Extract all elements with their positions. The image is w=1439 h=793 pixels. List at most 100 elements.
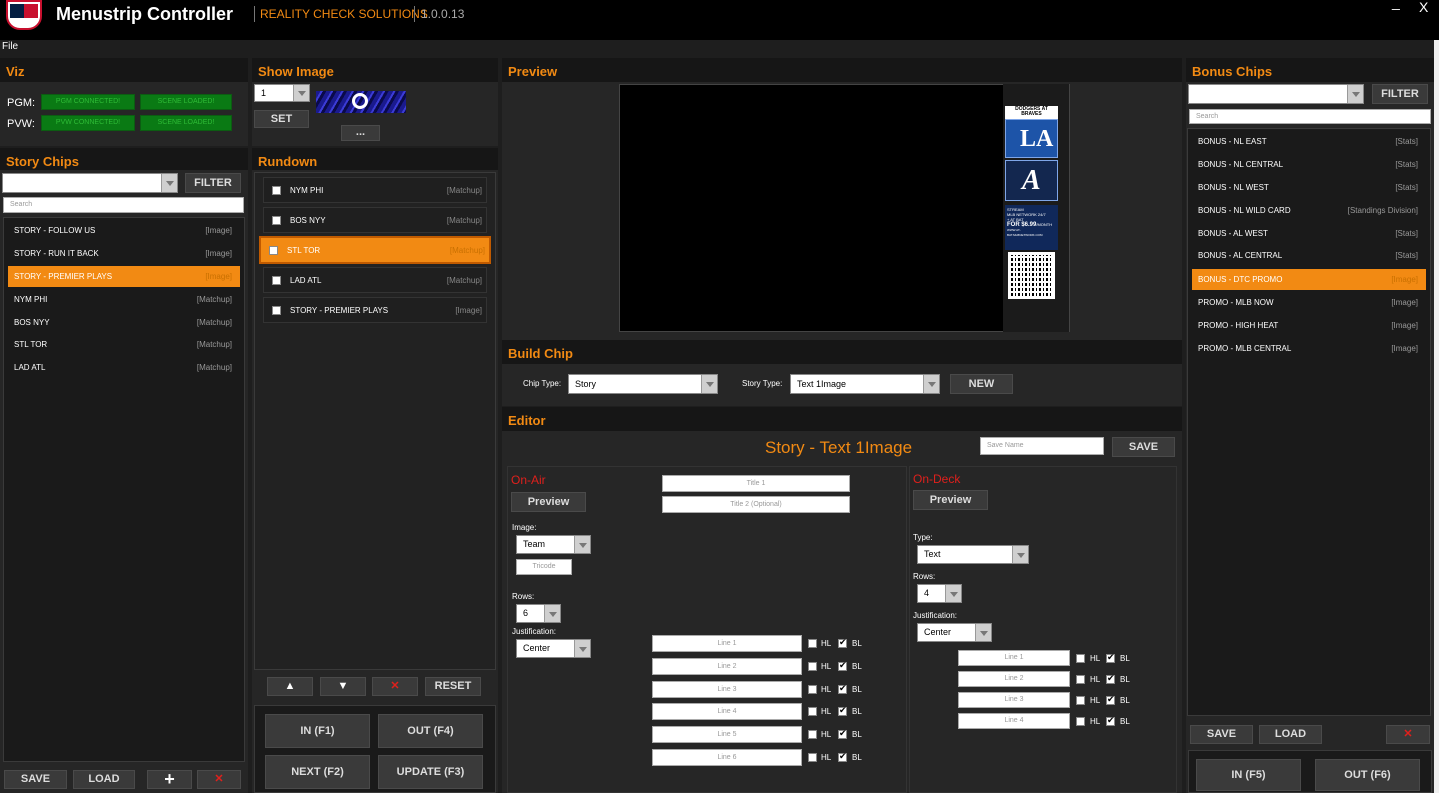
ondeck-justification-select[interactable]: Center: [917, 623, 992, 642]
story-filter-button[interactable]: FILTER: [185, 173, 241, 193]
in-f1-button[interactable]: IN (F1): [265, 714, 370, 748]
rundown-checkbox[interactable]: [272, 216, 281, 225]
new-chip-button[interactable]: NEW: [950, 374, 1013, 394]
story-load-button[interactable]: LOAD: [73, 770, 135, 789]
line-3-input[interactable]: Line 3: [652, 681, 802, 698]
tricode-input[interactable]: Tricode: [516, 559, 572, 575]
ondeck-preview-button[interactable]: Preview: [913, 490, 988, 510]
list-item[interactable]: PROMO - MLB NOW [Image]: [1192, 292, 1426, 313]
hl-checkbox[interactable]: [808, 639, 817, 648]
list-item-selected[interactable]: STORY - PREMIER PLAYS [Image]: [8, 266, 240, 287]
out-f4-button[interactable]: OUT (F4): [378, 714, 483, 748]
story-add-button[interactable]: +: [147, 770, 192, 789]
show-image-select[interactable]: 1: [254, 84, 310, 102]
ondeck-line-2-input[interactable]: Line 2: [958, 671, 1070, 687]
list-item[interactable]: NYM PHI [Matchup]: [8, 289, 240, 310]
next-f2-button[interactable]: NEXT (F2): [265, 755, 370, 789]
minimize-button[interactable]: _: [1392, 0, 1400, 10]
rundown-delete-button[interactable]: ✕: [372, 677, 418, 696]
bonus-load-button[interactable]: LOAD: [1259, 725, 1322, 744]
ondeck-bl-checkbox[interactable]: [1106, 715, 1115, 726]
story-search-input[interactable]: Search: [3, 197, 244, 213]
ondeck-bl-checkbox[interactable]: [1106, 652, 1115, 663]
bl-checkbox[interactable]: [838, 705, 847, 716]
ondeck-rows-select[interactable]: 4: [917, 584, 962, 603]
out-f6-button[interactable]: OUT (F6): [1315, 759, 1420, 791]
story-delete-button[interactable]: ✕: [197, 770, 241, 789]
list-item[interactable]: STL TOR [Matchup]: [8, 334, 240, 355]
list-item[interactable]: PROMO - HIGH HEAT [Image]: [1192, 315, 1426, 336]
title-1-input[interactable]: Title 1: [662, 475, 850, 492]
story-filter-select[interactable]: [2, 173, 178, 193]
line-6-input[interactable]: Line 6: [652, 749, 802, 766]
bl-checkbox[interactable]: [838, 637, 847, 648]
list-item[interactable]: BONUS - AL WEST [Stats]: [1192, 223, 1426, 244]
hl-checkbox[interactable]: [808, 753, 817, 762]
editor-save-button[interactable]: SAVE: [1112, 437, 1175, 457]
bonus-search-input[interactable]: Search: [1189, 109, 1431, 124]
rundown-row[interactable]: STORY - PREMIER PLAYS [Image]: [263, 297, 487, 323]
show-image-set-button[interactable]: SET: [254, 110, 309, 128]
chip-type-select[interactable]: Story: [568, 374, 718, 394]
ondeck-line-3-input[interactable]: Line 3: [958, 692, 1070, 708]
hl-checkbox[interactable]: [808, 685, 817, 694]
menu-file[interactable]: File: [2, 41, 18, 52]
rundown-row[interactable]: NYM PHI [Matchup]: [263, 177, 487, 203]
ondeck-line-4-input[interactable]: Line 4: [958, 713, 1070, 729]
list-item[interactable]: PROMO - MLB CENTRAL [Image]: [1192, 338, 1426, 359]
line-5-input[interactable]: Line 5: [652, 726, 802, 743]
show-image-browse-button[interactable]: ...: [341, 125, 380, 141]
bonus-filter-button[interactable]: FILTER: [1372, 84, 1428, 104]
rundown-row[interactable]: LAD ATL [Matchup]: [263, 267, 487, 293]
list-item[interactable]: BONUS - AL CENTRAL [Stats]: [1192, 245, 1426, 266]
hl-checkbox[interactable]: [808, 707, 817, 716]
rundown-checkbox[interactable]: [272, 276, 281, 285]
line-1-input[interactable]: Line 1: [652, 635, 802, 652]
bonus-save-button[interactable]: SAVE: [1190, 725, 1253, 744]
ondeck-bl-checkbox[interactable]: [1106, 694, 1115, 705]
rundown-row[interactable]: BOS NYY [Matchup]: [263, 207, 487, 233]
justification-select[interactable]: Center: [516, 639, 591, 658]
list-item[interactable]: BONUS - NL WEST [Stats]: [1192, 177, 1426, 198]
rundown-checkbox[interactable]: [272, 306, 281, 315]
in-f5-button[interactable]: IN (F5): [1196, 759, 1301, 791]
move-up-button[interactable]: ▲: [267, 677, 313, 696]
hl-checkbox[interactable]: [808, 662, 817, 671]
list-item[interactable]: STORY - FOLLOW US [Image]: [8, 220, 240, 241]
title-2-input[interactable]: Title 2 (Optional): [662, 496, 850, 513]
rundown-reset-button[interactable]: RESET: [425, 677, 481, 696]
list-item[interactable]: BONUS - NL EAST [Stats]: [1192, 131, 1426, 152]
close-button[interactable]: X: [1419, 0, 1428, 15]
bl-checkbox[interactable]: [838, 751, 847, 762]
ondeck-bl-checkbox[interactable]: [1106, 673, 1115, 684]
hl-checkbox[interactable]: [808, 730, 817, 739]
bl-checkbox[interactable]: [838, 660, 847, 671]
ondeck-hl-checkbox[interactable]: [1076, 654, 1085, 663]
ondeck-hl-checkbox[interactable]: [1076, 675, 1085, 684]
type-select[interactable]: Text: [917, 545, 1029, 564]
rundown-row-selected[interactable]: STL TOR [Matchup]: [259, 236, 491, 264]
line-2-input[interactable]: Line 2: [652, 658, 802, 675]
bl-checkbox[interactable]: [838, 728, 847, 739]
bl-checkbox[interactable]: [838, 683, 847, 694]
image-select[interactable]: Team: [516, 535, 591, 554]
rundown-checkbox[interactable]: [272, 186, 281, 195]
bonus-filter-select[interactable]: [1188, 84, 1364, 104]
line-4-input[interactable]: Line 4: [652, 703, 802, 720]
list-item-selected[interactable]: BONUS - DTC PROMO [Image]: [1192, 269, 1426, 290]
ondeck-line-1-input[interactable]: Line 1: [958, 650, 1070, 666]
list-item[interactable]: BONUS - NL CENTRAL [Stats]: [1192, 154, 1426, 175]
ondeck-hl-checkbox[interactable]: [1076, 717, 1085, 726]
ondeck-hl-checkbox[interactable]: [1076, 696, 1085, 705]
story-save-button[interactable]: SAVE: [4, 770, 67, 789]
list-item[interactable]: STORY - RUN IT BACK [Image]: [8, 243, 240, 264]
list-item[interactable]: LAD ATL [Matchup]: [8, 357, 240, 378]
rows-select[interactable]: 6: [516, 604, 561, 623]
onair-preview-button[interactable]: Preview: [511, 492, 586, 512]
rundown-checkbox[interactable]: [269, 246, 278, 255]
move-down-button[interactable]: ▼: [320, 677, 366, 696]
update-f3-button[interactable]: UPDATE (F3): [378, 755, 483, 789]
list-item[interactable]: BOS NYY [Matchup]: [8, 312, 240, 333]
story-type-select[interactable]: Text 1Image: [790, 374, 940, 394]
bonus-delete-button[interactable]: ✕: [1386, 725, 1430, 744]
